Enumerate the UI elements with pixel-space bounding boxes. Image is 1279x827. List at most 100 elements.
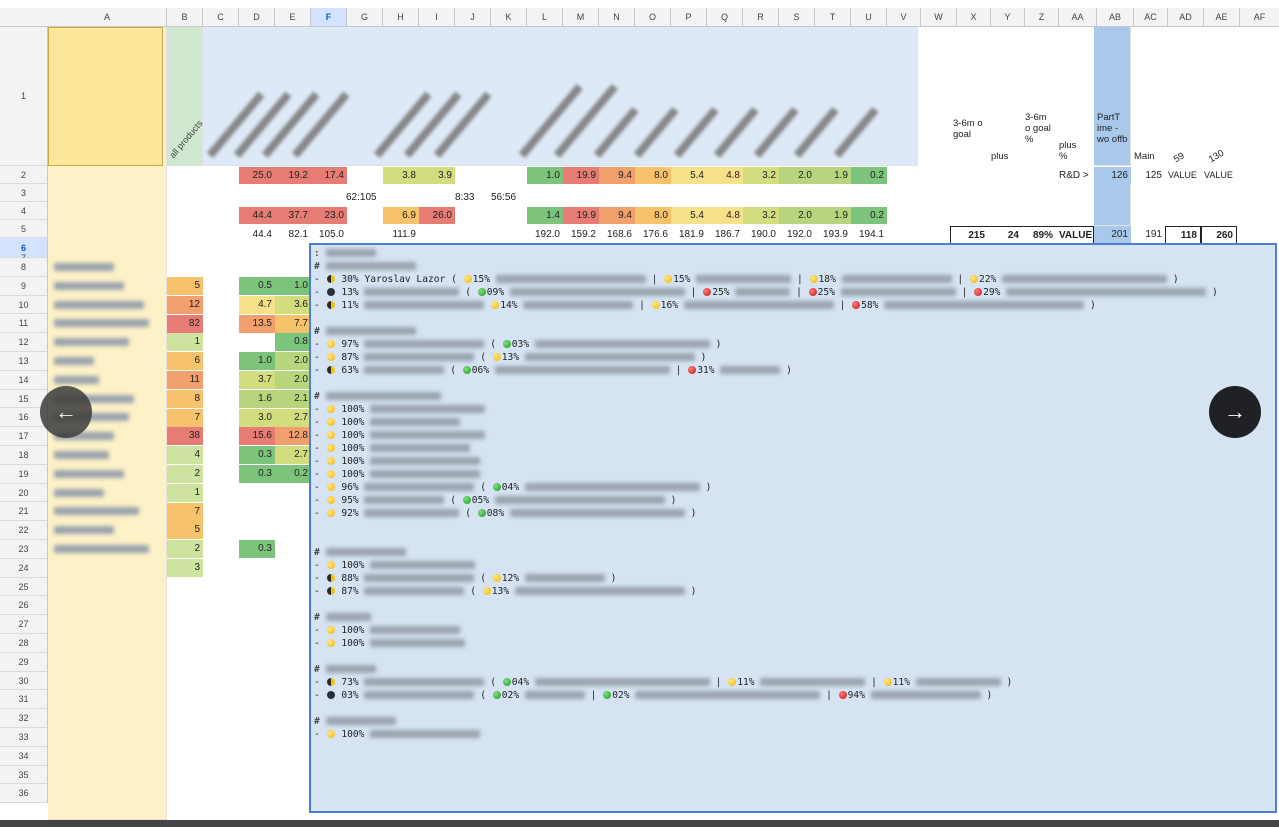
- column-header-ad[interactable]: AD: [1168, 8, 1204, 26]
- cell-d2[interactable]: 25.0: [239, 167, 275, 184]
- cell-e5[interactable]: 82.1: [275, 226, 311, 243]
- cell-d10[interactable]: 13.5: [239, 314, 275, 333]
- cell-s4[interactable]: 2.0: [779, 207, 815, 224]
- cell-k3[interactable]: 56:56: [488, 189, 524, 206]
- cell-d4[interactable]: 44.4: [239, 207, 275, 224]
- cell-b13[interactable]: 11: [167, 371, 203, 389]
- cell-d14[interactable]: 1.6: [239, 389, 275, 408]
- cell-a1[interactable]: [48, 27, 163, 166]
- cell-u4[interactable]: 0.2: [851, 207, 887, 224]
- column-header-af[interactable]: AF: [1240, 8, 1279, 26]
- cell-m2[interactable]: 19.9: [563, 167, 599, 184]
- cell-b21[interactable]: 5: [167, 521, 203, 540]
- row-header-23[interactable]: 23: [0, 540, 48, 559]
- cell-e11[interactable]: 0.8: [275, 333, 311, 352]
- cell-b15[interactable]: 7: [167, 408, 203, 427]
- row-header-34[interactable]: 34: [0, 746, 48, 766]
- cell-j3[interactable]: 8:33: [452, 189, 488, 206]
- cell-q4[interactable]: 4.8: [707, 207, 743, 224]
- cell-h5[interactable]: 111.9: [383, 226, 419, 243]
- row-header-9[interactable]: 9: [0, 276, 48, 296]
- cell-o4[interactable]: 8.0: [635, 207, 671, 224]
- cell-b19[interactable]: 1: [167, 483, 203, 502]
- cell-e8[interactable]: 1.0: [275, 277, 311, 295]
- cell-b11[interactable]: 1: [167, 333, 203, 352]
- column-header-v[interactable]: V: [887, 8, 921, 26]
- row-header-27[interactable]: 27: [0, 615, 48, 634]
- row-header-32[interactable]: 32: [0, 709, 48, 728]
- cell-l2[interactable]: 1.0: [527, 167, 563, 184]
- row-header-10[interactable]: 10: [0, 295, 48, 315]
- cell-n2[interactable]: 9.4: [599, 167, 635, 184]
- column-header-y[interactable]: Y: [991, 8, 1025, 26]
- cell-e20[interactable]: [275, 503, 311, 521]
- cell-e16[interactable]: 12.8: [275, 427, 311, 446]
- cell-d17[interactable]: 0.3: [239, 446, 275, 465]
- cell-q2[interactable]: 4.8: [707, 167, 743, 184]
- cell-e19[interactable]: [275, 484, 311, 502]
- cell-f5[interactable]: 105.0: [311, 226, 347, 243]
- row-header-8[interactable]: 8: [0, 258, 48, 277]
- cell-h2[interactable]: 3.8: [383, 167, 419, 184]
- column-header-s[interactable]: S: [779, 8, 815, 26]
- cell-n4[interactable]: 9.4: [599, 207, 635, 224]
- column-header-b[interactable]: B: [167, 8, 203, 26]
- cell-d19[interactable]: [239, 484, 275, 502]
- cell-u2[interactable]: 0.2: [851, 167, 887, 184]
- row-header-11[interactable]: 11: [0, 314, 48, 334]
- cell-e17[interactable]: 2.7: [275, 446, 311, 465]
- column-header-z[interactable]: Z: [1025, 8, 1059, 26]
- cell-d11[interactable]: [239, 333, 275, 351]
- row-header-31[interactable]: 31: [0, 690, 48, 710]
- column-header-h[interactable]: H: [383, 8, 419, 26]
- row-header-26[interactable]: 26: [0, 596, 48, 616]
- column-header-g[interactable]: G: [347, 8, 383, 26]
- cell-o2[interactable]: 8.0: [635, 167, 671, 184]
- cell-ac2[interactable]: 125: [1131, 167, 1165, 184]
- cell-ab1[interactable]: [1094, 27, 1131, 166]
- cell-t4[interactable]: 1.9: [815, 207, 851, 224]
- row-header-17[interactable]: 17: [0, 427, 48, 446]
- cell-m5[interactable]: 159.2: [563, 226, 599, 243]
- cell-p2[interactable]: 5.4: [671, 167, 707, 184]
- cell-i2[interactable]: 3.9: [419, 167, 455, 184]
- cell-ac5[interactable]: 191: [1131, 226, 1165, 243]
- cell-e14[interactable]: 2.1: [275, 389, 311, 408]
- cell-d5[interactable]: 44.4: [239, 226, 275, 243]
- column-header-l[interactable]: L: [527, 8, 563, 26]
- row-header-35[interactable]: 35: [0, 765, 48, 785]
- cell-o5[interactable]: 176.6: [635, 226, 671, 243]
- row-header-21[interactable]: 21: [0, 502, 48, 522]
- cell-ab5[interactable]: 201: [1094, 226, 1131, 243]
- cell-e22[interactable]: [275, 540, 311, 558]
- cell-d22[interactable]: 0.3: [239, 540, 275, 559]
- cell-p4[interactable]: 5.4: [671, 207, 707, 224]
- cell-b22[interactable]: 2: [167, 540, 203, 559]
- row-header-36[interactable]: 36: [0, 784, 48, 804]
- cell-d18[interactable]: 0.3: [239, 465, 275, 483]
- column-header-w[interactable]: W: [921, 8, 957, 26]
- column-header-x[interactable]: X: [957, 8, 991, 26]
- cell-d12[interactable]: 1.0: [239, 352, 275, 371]
- cell-aa2[interactable]: R&D >: [1056, 167, 1094, 184]
- cell-f4[interactable]: 23.0: [311, 207, 347, 224]
- row-header-28[interactable]: 28: [0, 634, 48, 653]
- column-header-p[interactable]: P: [671, 8, 707, 26]
- cell-d23[interactable]: [239, 559, 275, 577]
- cell-b16[interactable]: 38: [167, 427, 203, 446]
- row-header-4[interactable]: 4: [0, 202, 48, 220]
- column-header-a[interactable]: A: [48, 8, 167, 26]
- row-header-19[interactable]: 19: [0, 464, 48, 484]
- cell-m4[interactable]: 19.9: [563, 207, 599, 224]
- cell-d13[interactable]: 3.7: [239, 371, 275, 389]
- row-header-5[interactable]: 5: [0, 220, 48, 238]
- cell-b9[interactable]: 12: [167, 295, 203, 314]
- column-header-e[interactable]: E: [275, 8, 311, 26]
- cell-t2[interactable]: 1.9: [815, 167, 851, 184]
- column-header-r[interactable]: R: [743, 8, 779, 26]
- cell-b12[interactable]: 6: [167, 352, 203, 371]
- cell-d21[interactable]: [239, 521, 275, 539]
- cell-b10[interactable]: 82: [167, 314, 203, 333]
- cell-u5[interactable]: 194.1: [851, 226, 887, 243]
- row-header-13[interactable]: 13: [0, 352, 48, 371]
